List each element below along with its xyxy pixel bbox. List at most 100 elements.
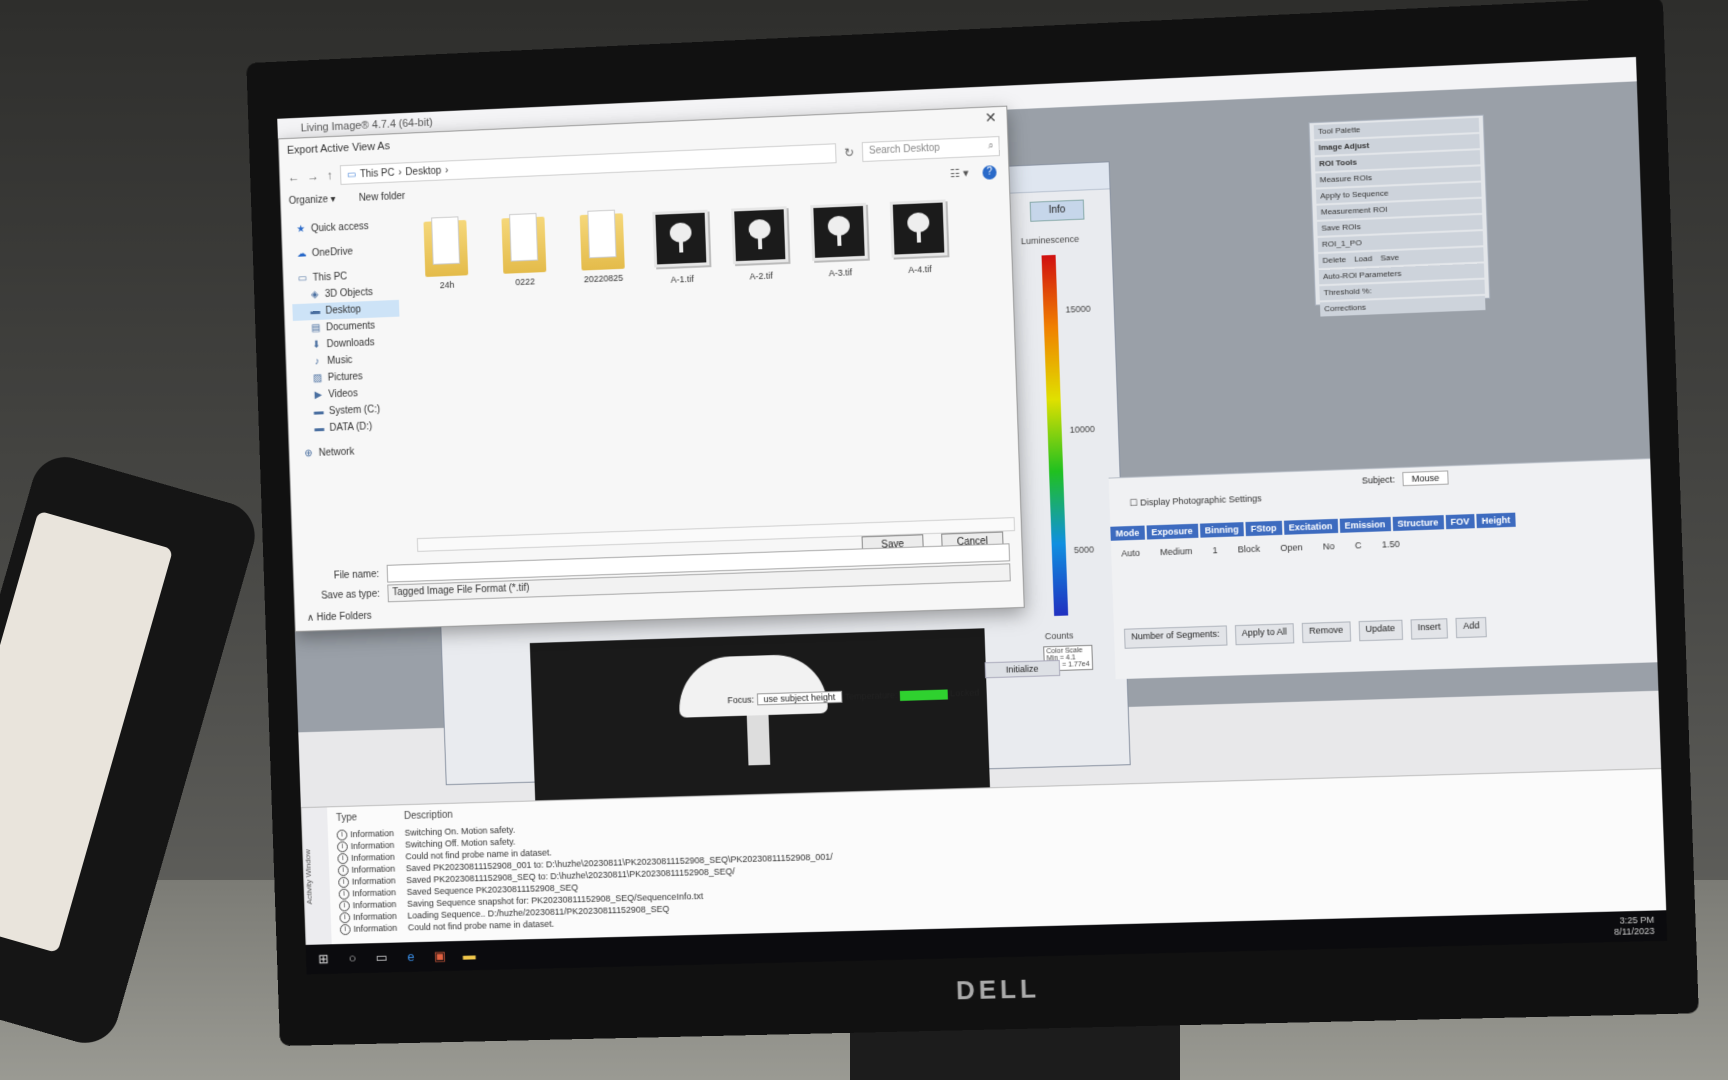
tif-file-item[interactable]: A-4.tif	[889, 199, 948, 275]
folder-item[interactable]: 24h	[418, 216, 475, 295]
breadcrumb-this-pc[interactable]: This PC	[360, 167, 395, 179]
tif-file-item[interactable]: A-1.tif	[652, 209, 710, 286]
system-tray-clock[interactable]: 3:25 PM 8/11/2023	[1613, 915, 1655, 938]
display-photographic-settings-checkbox[interactable]: ☐ Display Photographic Settings	[1129, 493, 1261, 509]
command-bar: Organize ▾ New folder	[289, 191, 406, 207]
picture-icon: ▨	[312, 372, 323, 385]
search-input[interactable]: Search Desktop ⌕	[861, 136, 1000, 163]
phone-screen	[0, 510, 174, 954]
back-icon[interactable]: ←	[288, 170, 300, 184]
living-image-icon[interactable]: ▣	[432, 948, 448, 964]
delete-button[interactable]: Delete	[1322, 253, 1346, 268]
address-bar[interactable]: ▭ This PC › Desktop ›	[339, 143, 837, 185]
thumbnail-stem	[837, 233, 842, 246]
chevron-right-icon: ›	[444, 164, 449, 176]
address-row: ← → ↑ ▭ This PC › Desktop › ↻ Search Des…	[288, 135, 1000, 188]
col-fstop: FStop	[1245, 520, 1282, 537]
drive-icon: ▬	[314, 423, 325, 435]
activity-side-label: Activity Window	[300, 807, 332, 946]
forward-icon[interactable]: →	[307, 169, 319, 183]
organize-button[interactable]: Organize ▾	[289, 194, 336, 207]
nav-item-network[interactable]: ⊕ Network	[297, 442, 404, 463]
info-icon: i	[338, 888, 350, 900]
help-icon[interactable]: ?	[982, 165, 997, 180]
col-mode: Mode	[1110, 525, 1145, 541]
tif-file-item[interactable]: A-2.tif	[731, 206, 789, 282]
breadcrumb-desktop[interactable]: Desktop	[405, 165, 441, 177]
add-button[interactable]: Add	[1455, 616, 1487, 639]
edge-icon[interactable]: e	[403, 949, 419, 965]
cloud-icon: ☁	[296, 248, 307, 260]
folder-item[interactable]: 20220825	[574, 209, 631, 289]
file-name-label: File name:	[333, 568, 380, 581]
view-options-icon[interactable]: ☷ ▾	[950, 166, 969, 180]
tif-file-item[interactable]: A-3.tif	[810, 202, 868, 279]
load-button[interactable]: Load	[1354, 252, 1373, 267]
video-icon: ▶	[314, 389, 323, 401]
folder-icon	[501, 212, 547, 274]
close-icon[interactable]: ✕	[985, 109, 997, 127]
info-icon: i	[337, 852, 349, 864]
cell: Open	[1280, 542, 1303, 554]
nav-item-label: 3D Objects	[324, 287, 374, 300]
subject-select[interactable]: Mouse	[1402, 470, 1449, 487]
start-icon[interactable]: ⊞	[315, 951, 331, 967]
network-icon: ⊕	[304, 448, 313, 460]
image-thumbnail-icon	[889, 199, 948, 258]
clock-date: 8/11/2023	[1613, 925, 1655, 937]
col-structure: Structure	[1392, 515, 1444, 532]
type-column-header[interactable]: Type	[336, 811, 404, 823]
remove-button[interactable]: Remove	[1301, 621, 1351, 644]
table-row[interactable]: Auto Medium 1 Block Open No C 1.50	[1111, 537, 1410, 561]
nav-item-label: Music	[327, 355, 353, 367]
new-folder-button[interactable]: New folder	[359, 191, 406, 204]
col-height: Height	[1476, 512, 1516, 529]
file-name: 0222	[515, 276, 536, 288]
cell: 1.50	[1381, 538, 1401, 550]
refresh-icon[interactable]: ↻	[844, 145, 854, 159]
apply-to-all-button[interactable]: Apply to All	[1234, 623, 1295, 646]
initialize-button[interactable]: Initialize	[984, 659, 1060, 679]
sequence-toolbar: Number of Segments: Apply to All Remove …	[1123, 611, 1667, 649]
nav-item-label: Quick access	[310, 221, 369, 235]
display-photographic-label: Display Photographic Settings	[1140, 493, 1262, 508]
activity-log: i Information Switching On. Motion safety.…	[336, 815, 834, 935]
cell: 1	[1212, 545, 1218, 556]
info-button[interactable]: Info	[1029, 199, 1085, 222]
star-icon: ★	[296, 223, 306, 236]
folder-paper	[509, 212, 539, 262]
download-icon: ⬇	[312, 339, 321, 351]
subject-shape	[677, 653, 828, 718]
file-list: 24h 0222 20220825 A-1.tif A-2.tif A-3.tif A-4.…	[418, 199, 948, 295]
log-type: i Information	[339, 922, 408, 936]
desktop-icon: ▬	[310, 306, 321, 318]
cell: Auto	[1121, 547, 1141, 559]
col-fov: FOV	[1445, 514, 1475, 530]
task-view-icon[interactable]: ▭	[374, 950, 390, 966]
colorbar-title: Luminescence	[1020, 233, 1080, 247]
nav-item-label: System (C:)	[328, 404, 381, 418]
file-name: 24h	[439, 279, 455, 291]
insert-button[interactable]: Insert	[1410, 618, 1449, 640]
folder-item[interactable]: 0222	[496, 212, 553, 291]
update-button[interactable]: Update	[1358, 619, 1403, 642]
col-exposure: Exposure	[1146, 523, 1198, 540]
file-name: A-2.tif	[749, 270, 773, 282]
file-name: A-4.tif	[908, 264, 932, 275]
number-of-segments-label: Number of Segments:	[1123, 625, 1228, 649]
search-icon[interactable]: ○	[345, 950, 361, 966]
file-name: 20220825	[583, 272, 624, 285]
subject-label: Subject:	[1361, 474, 1396, 486]
cell: Block	[1237, 543, 1261, 555]
search-icon: ⌕	[987, 140, 994, 152]
up-icon[interactable]: ↑	[326, 169, 332, 183]
luminescence-colorbar	[1041, 254, 1069, 616]
thumbnail-stem	[916, 230, 922, 243]
info-icon: i	[336, 828, 348, 841]
hide-folders-button[interactable]: ∧ Hide Folders	[307, 611, 372, 624]
description-column-header[interactable]: Description	[404, 810, 453, 822]
cell: Medium	[1159, 546, 1193, 558]
temperature-indicator	[899, 689, 948, 701]
save-button[interactable]: Save	[1380, 251, 1399, 266]
file-explorer-icon[interactable]: ▬	[461, 947, 477, 963]
